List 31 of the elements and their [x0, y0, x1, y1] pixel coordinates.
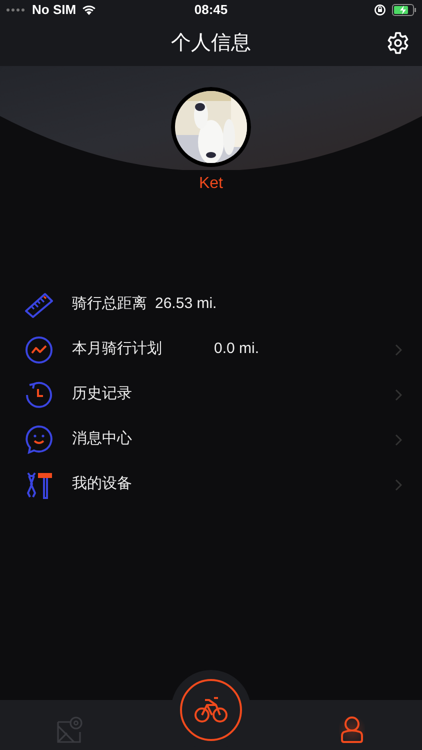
- menu-item[interactable]: 历史记录: [0, 372, 422, 417]
- menu-label: 消息中心: [72, 429, 132, 450]
- profile-tab[interactable]: [338, 714, 365, 746]
- history-clock-icon: [25, 380, 53, 408]
- menu-label: 骑行总距离: [72, 294, 147, 314]
- page-title: 个人信息: [171, 31, 251, 56]
- smiley-chat-icon: [25, 425, 53, 454]
- battery-icon: [392, 4, 416, 16]
- settings-button[interactable]: [386, 31, 410, 55]
- bicycle-icon: [194, 696, 228, 724]
- menu-item[interactable]: 骑行总距离 26.53 mi.: [0, 282, 422, 327]
- wifi-icon: [81, 4, 98, 16]
- menu-value: 26.53 mi.: [155, 294, 217, 314]
- tools-icon: [25, 470, 53, 498]
- rotation-lock-icon: [374, 4, 386, 16]
- menu-label: 历史记录: [72, 384, 132, 404]
- clock-text: 08:45: [194, 1, 228, 20]
- menu-item[interactable]: 消息中心: [0, 417, 422, 462]
- carrier-text: No SIM: [32, 1, 76, 20]
- menu-item[interactable]: 我的设备: [0, 462, 422, 507]
- ride-button[interactable]: [180, 679, 242, 741]
- menu-label: 本月骑行计划: [72, 339, 163, 360]
- user-name: Ket: [198, 174, 223, 194]
- trend-chart-icon: [25, 336, 53, 364]
- menu-value: 0.0 mi.: [214, 339, 260, 360]
- menu-label: 我的设备: [72, 474, 132, 494]
- ruler-icon: [24, 292, 54, 318]
- person-icon: [340, 716, 363, 744]
- menu-item[interactable]: 本月骑行计划 0.0 mi.: [0, 327, 422, 372]
- map-pin-icon: [56, 716, 84, 744]
- settings-icon: [386, 31, 410, 55]
